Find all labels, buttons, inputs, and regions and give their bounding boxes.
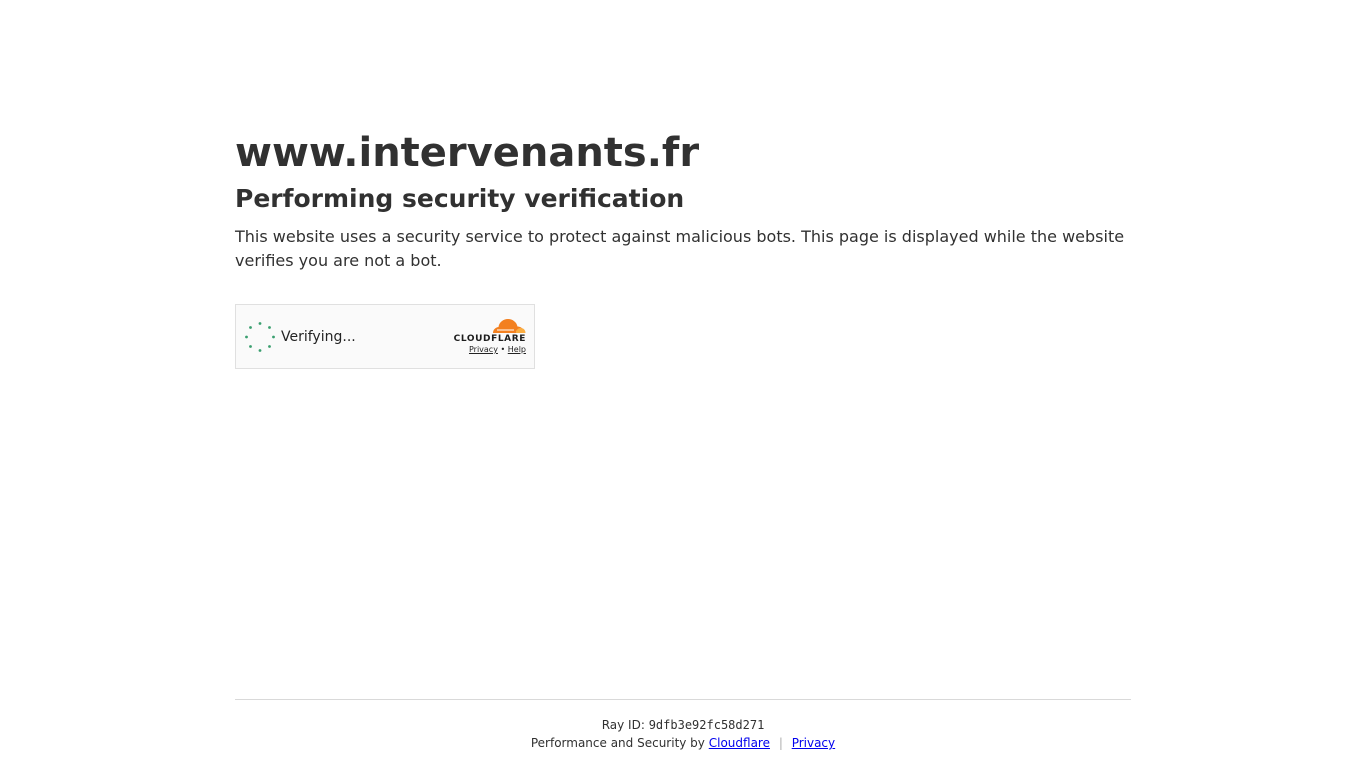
- spinner-icon: [245, 322, 275, 352]
- widget-help-link[interactable]: Help: [508, 345, 526, 354]
- verification-widget[interactable]: Verifying... CLOUDFLARE Privacy • Help: [235, 304, 535, 369]
- ray-id-value: 9dfb3e92fc58d271: [648, 718, 765, 732]
- widget-link-separator: •: [500, 345, 506, 354]
- footer: Ray ID: 9dfb3e92fc58d271 Performance and…: [235, 716, 1131, 752]
- page-description: This website uses a security service to …: [235, 227, 1125, 270]
- footer-separator: |: [778, 736, 783, 750]
- footer-divider: [235, 699, 1131, 700]
- site-title: www.intervenants.fr: [235, 130, 700, 176]
- main-content: www.intervenants.fr Performing security …: [235, 128, 1131, 273]
- footer-privacy-link[interactable]: Privacy: [792, 736, 835, 750]
- widget-links: Privacy • Help: [469, 345, 526, 355]
- performance-text: Performance and Security by: [530, 736, 705, 750]
- ray-id-line: Ray ID: 9dfb3e92fc58d271: [235, 716, 1131, 734]
- cloudflare-wordmark: CLOUDFLARE: [453, 334, 526, 344]
- page-subtitle: Performing security verification: [235, 184, 685, 213]
- cloudflare-link[interactable]: Cloudflare: [709, 736, 770, 750]
- verifying-status: Verifying...: [281, 329, 356, 345]
- performance-line: Performance and Security by Cloudflare |…: [235, 734, 1131, 752]
- ray-id-label: Ray ID:: [601, 718, 645, 732]
- widget-privacy-link[interactable]: Privacy: [469, 345, 498, 354]
